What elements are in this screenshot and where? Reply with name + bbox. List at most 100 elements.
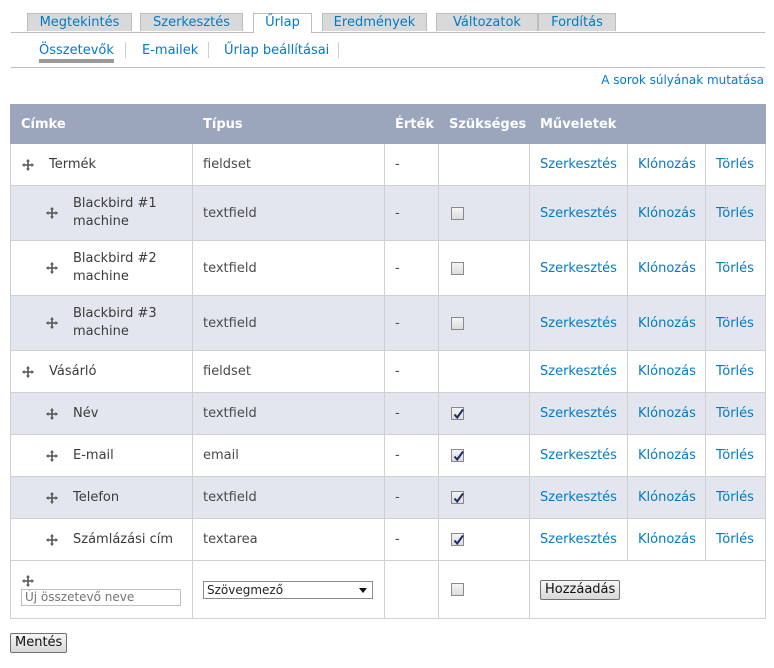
required-cell: [438, 295, 530, 351]
show-row-weights-link[interactable]: A sorok súlyának mutatása: [601, 73, 764, 87]
value-cell: -: [384, 185, 439, 241]
clone-link[interactable]: Klónozás: [638, 490, 696, 505]
clone-link[interactable]: Klónozás: [638, 364, 696, 379]
drag-handle-icon[interactable]: [45, 316, 59, 330]
type-cell: textfield: [192, 476, 385, 519]
add-component-button[interactable]: Hozzáadás: [540, 579, 621, 600]
edit-cell: Szerkesztés: [529, 476, 628, 519]
delete-link[interactable]: Törlés: [716, 157, 754, 172]
delete-link[interactable]: Törlés: [716, 490, 754, 505]
subtab-form-settings[interactable]: Űrlap beállításai: [224, 43, 329, 58]
tab-translate[interactable]: Fordítás: [538, 13, 616, 31]
type-cell: textfield: [192, 295, 385, 351]
delete-cell: Törlés: [704, 143, 767, 186]
required-checkbox[interactable]: [451, 491, 464, 504]
subtab-emails[interactable]: E-mailek: [142, 43, 198, 58]
required-checkbox[interactable]: [451, 261, 464, 275]
drag-handle-icon[interactable]: [45, 533, 59, 547]
subtab-components[interactable]: Összetevők: [39, 43, 114, 63]
clone-cell: Klónozás: [627, 518, 706, 561]
type-cell: email: [192, 434, 385, 477]
edit-link[interactable]: Szerkesztés: [540, 448, 617, 463]
label-cell: Számlázási cím: [10, 518, 193, 561]
clone-link[interactable]: Klónozás: [638, 448, 696, 463]
tab-results[interactable]: Eredmények: [322, 13, 427, 31]
label-cell: Termék: [10, 143, 193, 186]
drag-handle-icon[interactable]: [21, 574, 35, 588]
new-required-checkbox[interactable]: [451, 583, 464, 596]
required-checkbox[interactable]: [451, 533, 464, 546]
required-cell: [438, 392, 530, 435]
edit-link[interactable]: Szerkesztés: [540, 364, 617, 379]
required-cell: [438, 185, 530, 241]
clone-link[interactable]: Klónozás: [638, 157, 696, 172]
components-table: Címke Típus Érték Szükséges Műveletek Te…: [10, 104, 767, 619]
delete-cell: Törlés: [704, 350, 767, 393]
subtab-divider: [338, 42, 339, 58]
tab-edit[interactable]: Szerkesztés: [140, 13, 243, 31]
required-checkbox[interactable]: [451, 316, 464, 330]
delete-link[interactable]: Törlés: [716, 364, 754, 379]
edit-link[interactable]: Szerkesztés: [540, 261, 617, 276]
required-cell: [438, 240, 530, 296]
component-type-select[interactable]: Szövegmező: [203, 580, 373, 599]
tab-view[interactable]: Megtekintés: [27, 13, 132, 31]
edit-link[interactable]: Szerkesztés: [540, 532, 617, 547]
drag-handle-icon[interactable]: [21, 158, 35, 172]
table-row: Számlázási cím textarea - Szerkesztés Klónoz…: [10, 518, 767, 561]
edit-link[interactable]: Szerkesztés: [540, 157, 617, 172]
delete-link[interactable]: Törlés: [716, 261, 754, 276]
component-label: E-mail: [73, 447, 114, 463]
delete-link[interactable]: Törlés: [716, 206, 754, 221]
header-operations: Műveletek: [528, 104, 767, 144]
type-cell: textfield: [192, 240, 385, 296]
edit-link[interactable]: Szerkesztés: [540, 206, 617, 221]
delete-link[interactable]: Törlés: [716, 406, 754, 421]
clone-link[interactable]: Klónozás: [638, 206, 696, 221]
new-label-cell: [10, 560, 193, 619]
drag-handle-icon[interactable]: [45, 449, 59, 463]
drag-handle-icon[interactable]: [45, 206, 59, 220]
required-checkbox[interactable]: [451, 206, 464, 220]
edit-link[interactable]: Szerkesztés: [540, 406, 617, 421]
delete-link[interactable]: Törlés: [716, 532, 754, 547]
clone-link[interactable]: Klónozás: [638, 316, 696, 331]
clone-link[interactable]: Klónozás: [638, 406, 696, 421]
drag-handle-icon[interactable]: [21, 365, 35, 379]
required-cell: [438, 143, 530, 186]
delete-link[interactable]: Törlés: [716, 316, 754, 331]
table-row: Termék fieldset - Szerkesztés Klónozás Törlés: [10, 143, 767, 186]
value-cell: -: [384, 518, 439, 561]
save-button[interactable]: Mentés: [10, 633, 68, 653]
primary-tabs: Megtekintés Szerkesztés Űrlap Eredmények…: [11, 13, 765, 33]
tab-revisions[interactable]: Változatok: [436, 13, 538, 31]
clone-link[interactable]: Klónozás: [638, 261, 696, 276]
delete-cell: Törlés: [704, 185, 767, 241]
edit-cell: Szerkesztés: [529, 518, 628, 561]
drag-handle-icon[interactable]: [45, 261, 59, 275]
chevron-down-icon: [359, 587, 367, 593]
delete-link[interactable]: Törlés: [716, 448, 754, 463]
drag-handle-icon[interactable]: [45, 407, 59, 421]
edit-link[interactable]: Szerkesztés: [540, 316, 617, 331]
component-label: Vásárló: [49, 363, 97, 379]
table-row: Blackbird #3 machine textfield - Szerkeszté…: [10, 295, 767, 351]
clone-cell: Klónozás: [627, 350, 706, 393]
new-required-cell: [438, 560, 530, 619]
table-header-row: Címke Típus Érték Szükséges Műveletek: [10, 104, 767, 144]
clone-cell: Klónozás: [627, 240, 706, 296]
table-row: Blackbird #2 machine textfield - Szerkeszté…: [10, 240, 767, 296]
tab-form[interactable]: Űrlap: [253, 13, 312, 33]
edit-cell: Szerkesztés: [529, 143, 628, 186]
value-cell: -: [384, 350, 439, 393]
new-component-name-input[interactable]: [21, 588, 181, 606]
clone-cell: Klónozás: [627, 185, 706, 241]
clone-link[interactable]: Klónozás: [638, 532, 696, 547]
secondary-tabs: Összetevők E-mailek Űrlap beállításai: [11, 38, 765, 68]
edit-link[interactable]: Szerkesztés: [540, 490, 617, 505]
drag-handle-icon[interactable]: [45, 491, 59, 505]
required-checkbox[interactable]: [451, 407, 464, 420]
required-cell: [438, 476, 530, 519]
edit-cell: Szerkesztés: [529, 350, 628, 393]
required-checkbox[interactable]: [451, 449, 464, 462]
